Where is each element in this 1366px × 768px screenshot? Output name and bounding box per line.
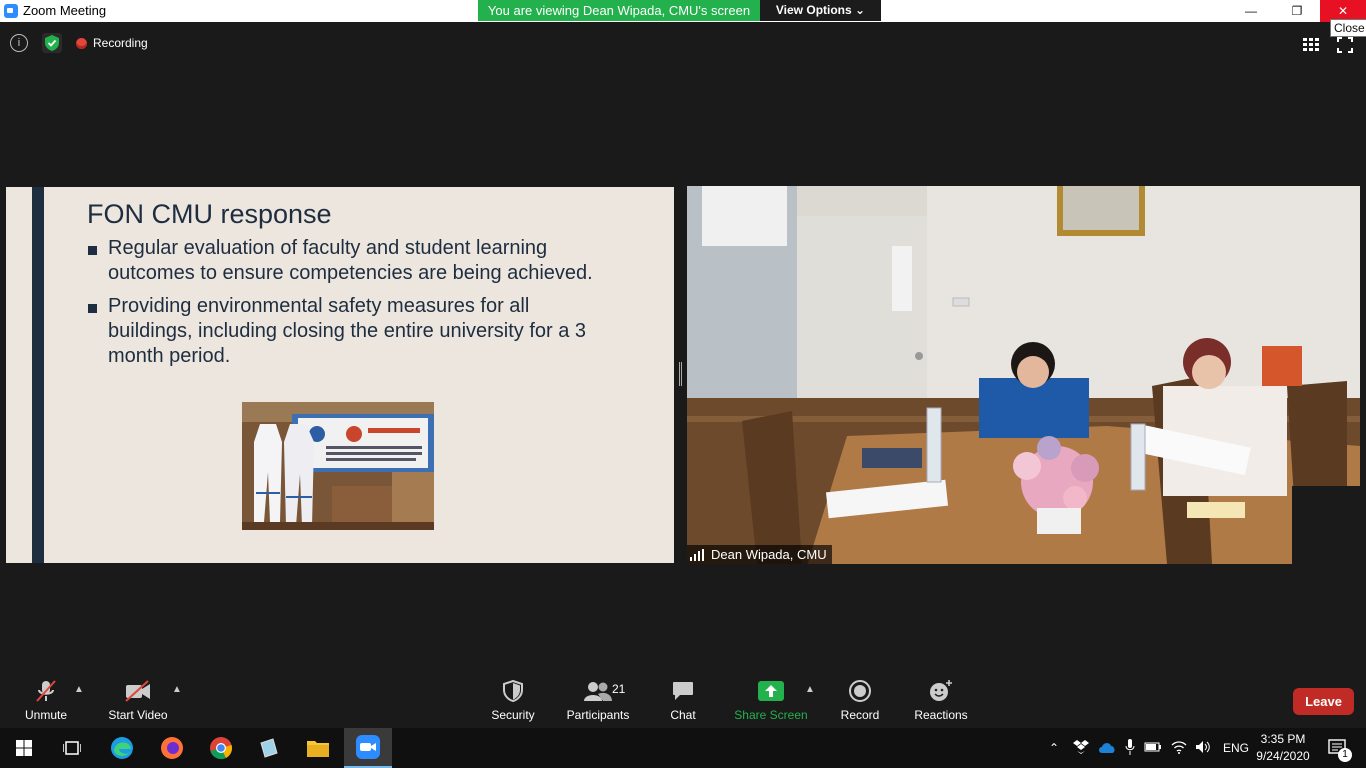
chat-button[interactable]: Chat [661,678,705,722]
start-video-label: Start Video [108,708,168,722]
meeting-info-icon[interactable]: i [10,34,28,52]
close-tooltip: Close [1330,19,1366,37]
view-options-button[interactable]: View Options ⌄ [760,0,881,21]
taskbar-clock[interactable]: 3:35 PM 9/24/2020 [1252,731,1314,765]
bullet-square-icon [88,304,97,313]
slide-title: FON CMU response [87,199,332,229]
edge-icon[interactable] [98,728,146,768]
unmute-label: Unmute [24,708,68,722]
participant-name-tag: Dean Wipada, CMU [687,545,832,564]
unmute-button[interactable]: Unmute [22,678,70,722]
reactions-label: Reactions [914,708,968,722]
recording-indicator[interactable]: Recording [76,36,148,50]
share-options-caret-icon[interactable]: ▲ [805,684,815,695]
windows-taskbar: ⌃ ENG 3:35 PM 9/24/2020 1 [0,728,1366,768]
signal-strength-icon [690,548,706,561]
video-camera-off-icon [106,678,170,704]
start-icon[interactable] [0,728,48,768]
share-screen-arrow-icon [734,678,808,704]
participant-name: Dean Wipada, CMU [711,547,827,562]
recording-dot-icon [76,37,87,49]
chevron-down-icon: ⌄ [855,3,866,17]
recording-label: Recording [93,36,148,50]
participants-count: 21 [612,682,626,696]
input-language-indicator[interactable]: ENG [1223,741,1249,755]
battery-charging-icon[interactable] [1144,741,1162,756]
notification-badge: 1 [1338,748,1352,762]
participant-video[interactable] [687,186,1360,564]
minimize-button[interactable]: — [1228,0,1274,22]
window-title: Zoom Meeting [23,3,107,18]
start-video-button[interactable]: Start Video [106,678,170,722]
zoom-app-icon [4,4,18,18]
record-icon [838,678,882,704]
slide-bullet: Regular evaluation of faculty and studen… [86,236,616,286]
security-label: Security [491,708,535,722]
zoom-icon[interactable] [344,728,392,768]
participants-label: Participants [566,708,630,722]
share-screen-label: Share Screen [734,708,808,722]
slide-accent-bar [32,187,44,563]
split-view-divider-handle[interactable] [679,362,682,386]
gallery-view-icon[interactable] [1303,38,1319,57]
dropbox-icon[interactable] [1073,739,1089,757]
system-tray: ⌃ ENG [1049,728,1249,768]
record-button[interactable]: Record [838,678,882,722]
slide-bullet: Providing environmental safety measures … [86,294,616,369]
clock-date: 9/24/2020 [1256,749,1310,763]
clock-time: 3:35 PM [1260,732,1306,746]
share-screen-button[interactable]: Share Screen [734,678,808,722]
participants-button[interactable]: 21 Participants [565,678,631,722]
chrome-icon[interactable] [197,728,245,768]
chat-bubble-icon [661,678,705,704]
encryption-shield-icon[interactable] [42,33,62,53]
microphone-tray-icon[interactable] [1125,738,1135,758]
audio-options-caret-icon[interactable]: ▲ [74,684,84,695]
smiley-plus-icon [912,678,970,704]
task-view-icon[interactable] [48,728,96,768]
wifi-icon[interactable] [1171,740,1187,757]
notification-center-icon[interactable]: 1 [1318,728,1358,768]
maximize-button[interactable]: ❐ [1274,0,1320,22]
fullscreen-icon[interactable] [1337,37,1353,58]
slide-bullet-text: Providing environmental safety measures … [108,295,587,367]
bullet-square-icon [88,246,97,255]
onedrive-cloud-icon[interactable] [1098,741,1116,756]
record-label: Record [840,708,880,722]
shared-screen-slide: FON CMU response Regular evaluation of f… [6,187,674,563]
microphone-muted-icon [22,678,70,704]
chat-label: Chat [670,708,696,722]
slide-photo-ppe-donation [242,402,434,530]
participants-icon: 21 [565,678,631,704]
leave-meeting-button[interactable]: Leave [1293,688,1354,715]
slide-bullet-list: Regular evaluation of faculty and studen… [86,236,616,377]
speaker-volume-icon[interactable] [1195,740,1211,757]
viewing-share-banner: You are viewing Dean Wipada, CMU's scree… [478,0,760,21]
show-hidden-icons-chevron-icon[interactable]: ⌃ [1049,741,1063,755]
file-explorer-icon[interactable] [294,728,342,768]
view-options-label: View Options [775,3,852,17]
notepad-icon[interactable] [245,728,293,768]
video-options-caret-icon[interactable]: ▲ [172,684,182,695]
meeting-status-row: i Recording [10,33,148,53]
reactions-button[interactable]: Reactions [912,678,970,722]
security-shield-icon [489,678,537,704]
firefox-icon[interactable] [148,728,196,768]
slide-bullet-text: Regular evaluation of faculty and studen… [108,237,593,284]
meeting-controls-toolbar: Unmute ▲ Start Video ▲ Security 21 Parti… [0,672,1366,728]
security-button[interactable]: Security [489,678,537,722]
